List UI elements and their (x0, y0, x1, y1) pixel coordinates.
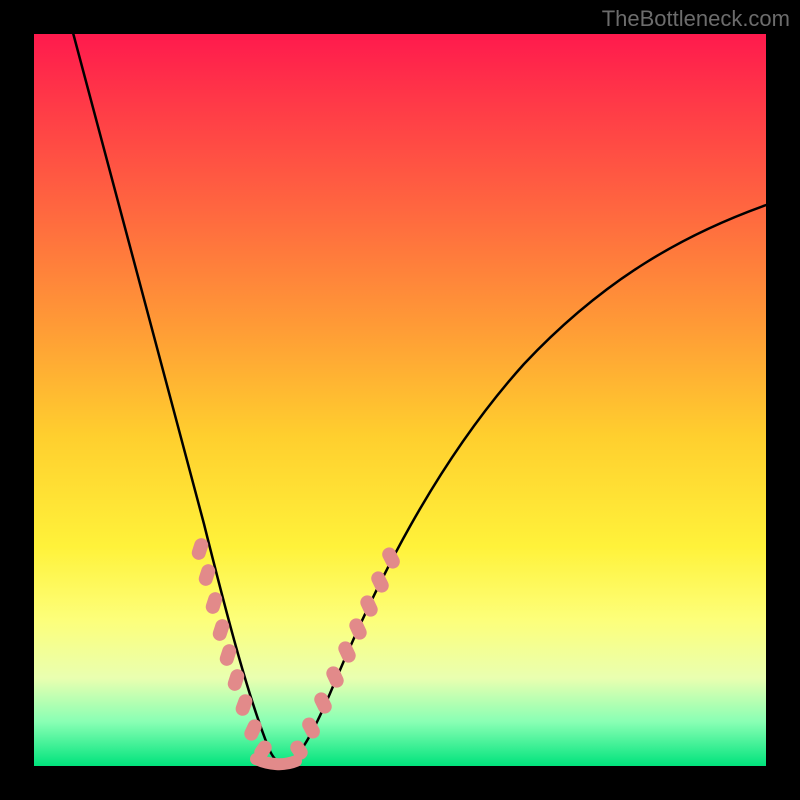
marker-pill (324, 664, 346, 690)
curve-right-branch (284, 204, 769, 765)
chart-plot-area (34, 34, 766, 766)
marker-valley-floor (256, 759, 296, 764)
marker-group (190, 536, 402, 762)
marker-pill (336, 639, 358, 665)
curve-left-branch (72, 29, 284, 765)
marker-pill (358, 593, 380, 619)
chart-frame: TheBottleneck.com (0, 0, 800, 800)
marker-pill (347, 616, 369, 642)
marker-pill (369, 569, 391, 595)
watermark-text: TheBottleneck.com (602, 6, 790, 32)
marker-pill (242, 717, 264, 743)
chart-svg (34, 34, 766, 766)
